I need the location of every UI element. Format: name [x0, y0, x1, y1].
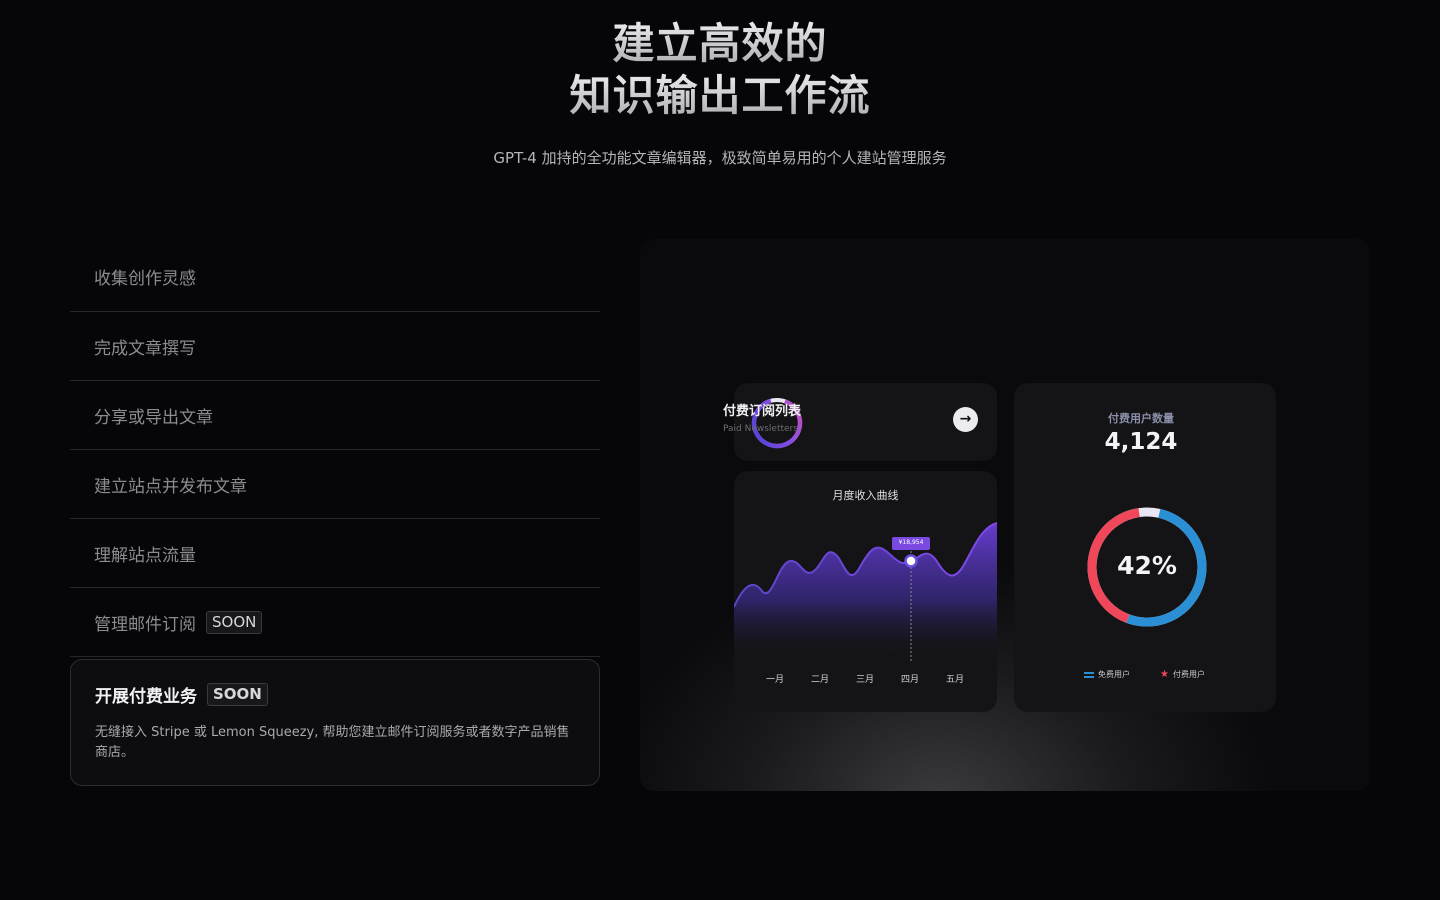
month-label: 三月 [856, 675, 875, 685]
month-label: 二月 [811, 675, 830, 685]
hero-title-line2: 知识输出工作流 [0, 70, 1440, 122]
legend-paid: ★ 付费用户 [1160, 669, 1205, 680]
card-icon [1084, 671, 1094, 678]
newsletters-heading: 付费订阅列表 Paid Newsletters [723, 400, 801, 434]
legend-free: 免费用户 [1084, 669, 1130, 680]
feature-item-inspiration[interactable]: 收集创作灵感 [70, 242, 600, 312]
hero-subtitle: GPT-4 加持的全功能文章编辑器，极致简单易用的个人建站管理服务 [493, 149, 947, 167]
highlight-point [904, 554, 918, 568]
month-label: 一月 [766, 675, 785, 685]
feature-item-traffic[interactable]: 理解站点流量 [70, 519, 600, 588]
hero-title: 建立高效的 知识输出工作流 [0, 18, 1440, 122]
donut-percent: 42% [1117, 551, 1177, 580]
feature-item-email-subscription[interactable]: 管理邮件订阅 SOON [70, 588, 600, 657]
feature-label: 开展付费业务 [95, 687, 197, 707]
feature-label: 完成文章撰写 [94, 338, 196, 359]
feature-label: 理解站点流量 [94, 545, 196, 566]
feature-description: 无缝接入 Stripe 或 Lemon Squeezy, 帮助您建立邮件订阅服务… [95, 725, 570, 760]
feature-list: 收集创作灵感 完成文章撰写 分享或导出文章 建立站点并发布文章 理解站点流量 管… [70, 242, 600, 786]
revenue-chart-card: 月度收入曲线 ¥18,954 一月 二月 三月 四月 五月 [734, 471, 997, 712]
soon-badge: SOON [206, 610, 263, 634]
feature-label: 分享或导出文章 [94, 407, 213, 428]
chart-tooltip: ¥18,954 [898, 539, 924, 546]
dashboard-preview: 付费订阅列表 Paid Newsletters → 月度收入曲线 ¥18,954… [640, 239, 1370, 791]
paid-users-count: 4,124 [1104, 429, 1178, 455]
star-icon: ★ [1160, 668, 1169, 680]
month-label: 四月 [901, 675, 920, 685]
soon-badge: SOON [207, 683, 268, 706]
revenue-area [734, 523, 997, 661]
feature-label: 建立站点并发布文章 [94, 476, 247, 497]
arrow-right-icon[interactable]: → [953, 407, 978, 432]
feature-label: 管理邮件订阅 [94, 614, 196, 635]
feature-item-share-export[interactable]: 分享或导出文章 [70, 381, 600, 450]
feature-item-paid-business[interactable]: 开展付费业务 SOON 无缝接入 Stripe 或 Lemon Squeezy,… [70, 659, 600, 786]
paid-users-card: 付费用户数量 4,124 42% 免费用户 ★ 付费用户 [1014, 383, 1276, 712]
newsletters-title: 付费订阅列表 [723, 404, 802, 419]
feature-item-writing[interactable]: 完成文章撰写 [70, 312, 600, 381]
legend-free-label: 免费用户 [1098, 670, 1130, 679]
legend-paid-label: 付费用户 [1172, 670, 1205, 679]
paid-users-label: 付费用户数量 [1108, 412, 1174, 425]
feature-label: 收集创作灵感 [94, 269, 196, 289]
newsletters-subtitle: Paid Newsletters [723, 424, 798, 434]
month-label: 五月 [946, 675, 965, 685]
hero-title-line1: 建立高效的 [0, 18, 1440, 70]
feature-item-publish-site[interactable]: 建立站点并发布文章 [70, 450, 600, 519]
